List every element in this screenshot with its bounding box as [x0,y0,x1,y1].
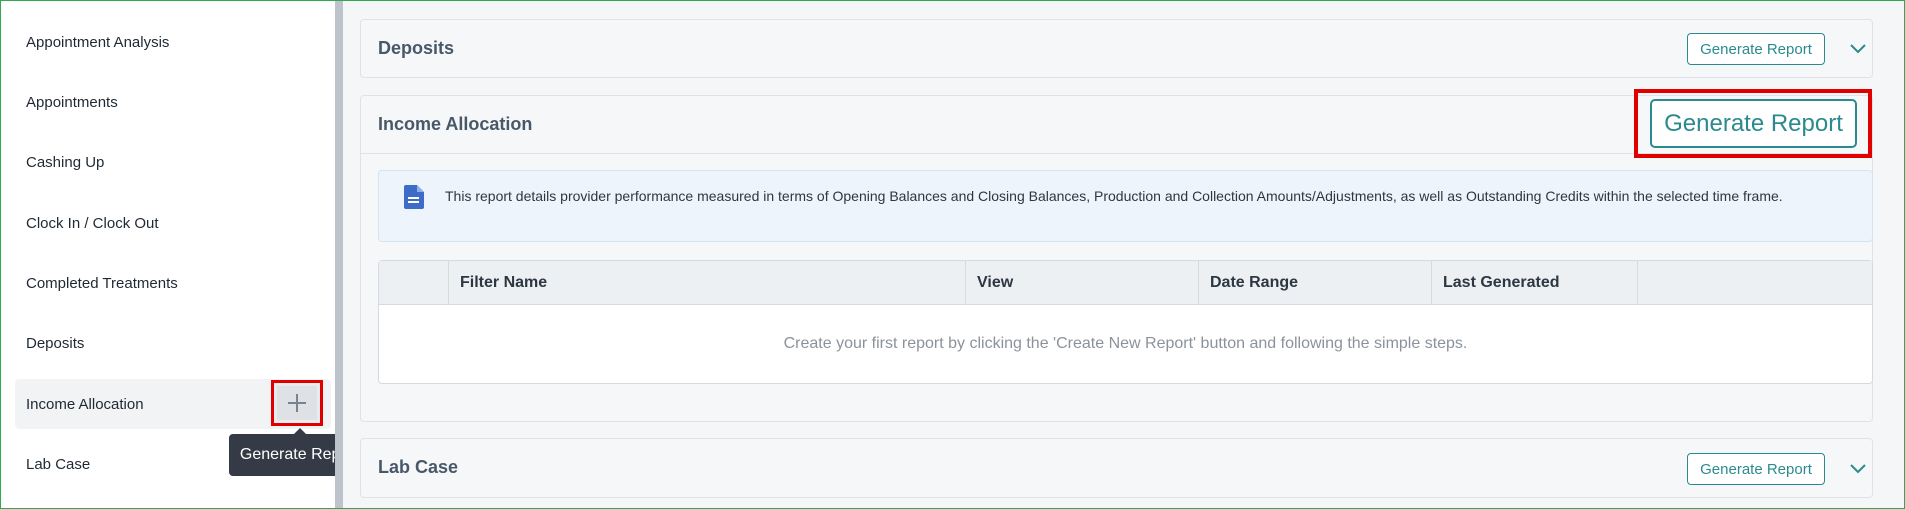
column-header-view[interactable]: View [965,261,1198,305]
report-table: Filter Name View Date Range Last Generat… [378,260,1873,384]
column-header-last-generated[interactable]: Last Generated [1431,261,1637,305]
table-header: Filter Name View Date Range Last Generat… [379,261,1872,305]
generate-report-button[interactable]: Generate Report [1650,99,1857,148]
sidebar: Appointment Analysis Appointments Cashin… [1,1,335,508]
column-header-select [379,261,448,305]
document-icon [404,185,424,214]
panel-title: Deposits [378,38,455,58]
generate-report-button[interactable]: Generate Report [1687,33,1825,65]
chevron-down-icon[interactable] [1847,458,1869,480]
add-report-button[interactable] [271,380,323,426]
sidebar-item-appointments[interactable]: Appointments [15,77,331,127]
panel-deposits: Deposits Generate Report [360,19,1873,78]
panel-title: Income Allocation [378,114,533,134]
sidebar-item-cashing-up[interactable]: Cashing Up [15,137,331,187]
sidebar-item-clock-in-clock-out[interactable]: Clock In / Clock Out [15,198,331,248]
sidebar-item-deposits[interactable]: Deposits [15,318,331,368]
report-info-box: This report details provider performance… [378,170,1873,242]
sidebar-item-appointment-analysis[interactable]: Appointment Analysis [15,17,331,67]
sidebar-item-label: Completed Treatments [26,274,178,292]
sidebar-item-label: Appointments [26,93,118,111]
generate-report-button[interactable]: Generate Report [1687,453,1825,485]
panel-lab-case: Lab Case Generate Report [360,438,1873,498]
plus-icon [277,386,317,420]
column-header-date-range[interactable]: Date Range [1198,261,1431,305]
sidebar-item-label: Lab Case [26,455,91,473]
sidebar-scrollbar[interactable] [335,1,343,508]
report-description: This report details provider performance… [445,188,1783,204]
column-header-filter-name[interactable]: Filter Name [448,261,965,305]
sidebar-item-completed-treatments[interactable]: Completed Treatments [15,258,331,308]
column-header-actions [1637,261,1872,305]
panel-title: Lab Case [378,457,459,477]
sidebar-item-label: Clock In / Clock Out [26,214,159,232]
empty-table-message: Create your first report by clicking the… [783,335,1468,352]
chevron-down-icon[interactable] [1847,38,1869,60]
sidebar-item-label: Appointment Analysis [26,33,170,51]
sidebar-item-label: Deposits [26,334,85,352]
sidebar-item-label: Cashing Up [26,153,105,171]
sidebar-item-label: Income Allocation [26,395,144,413]
